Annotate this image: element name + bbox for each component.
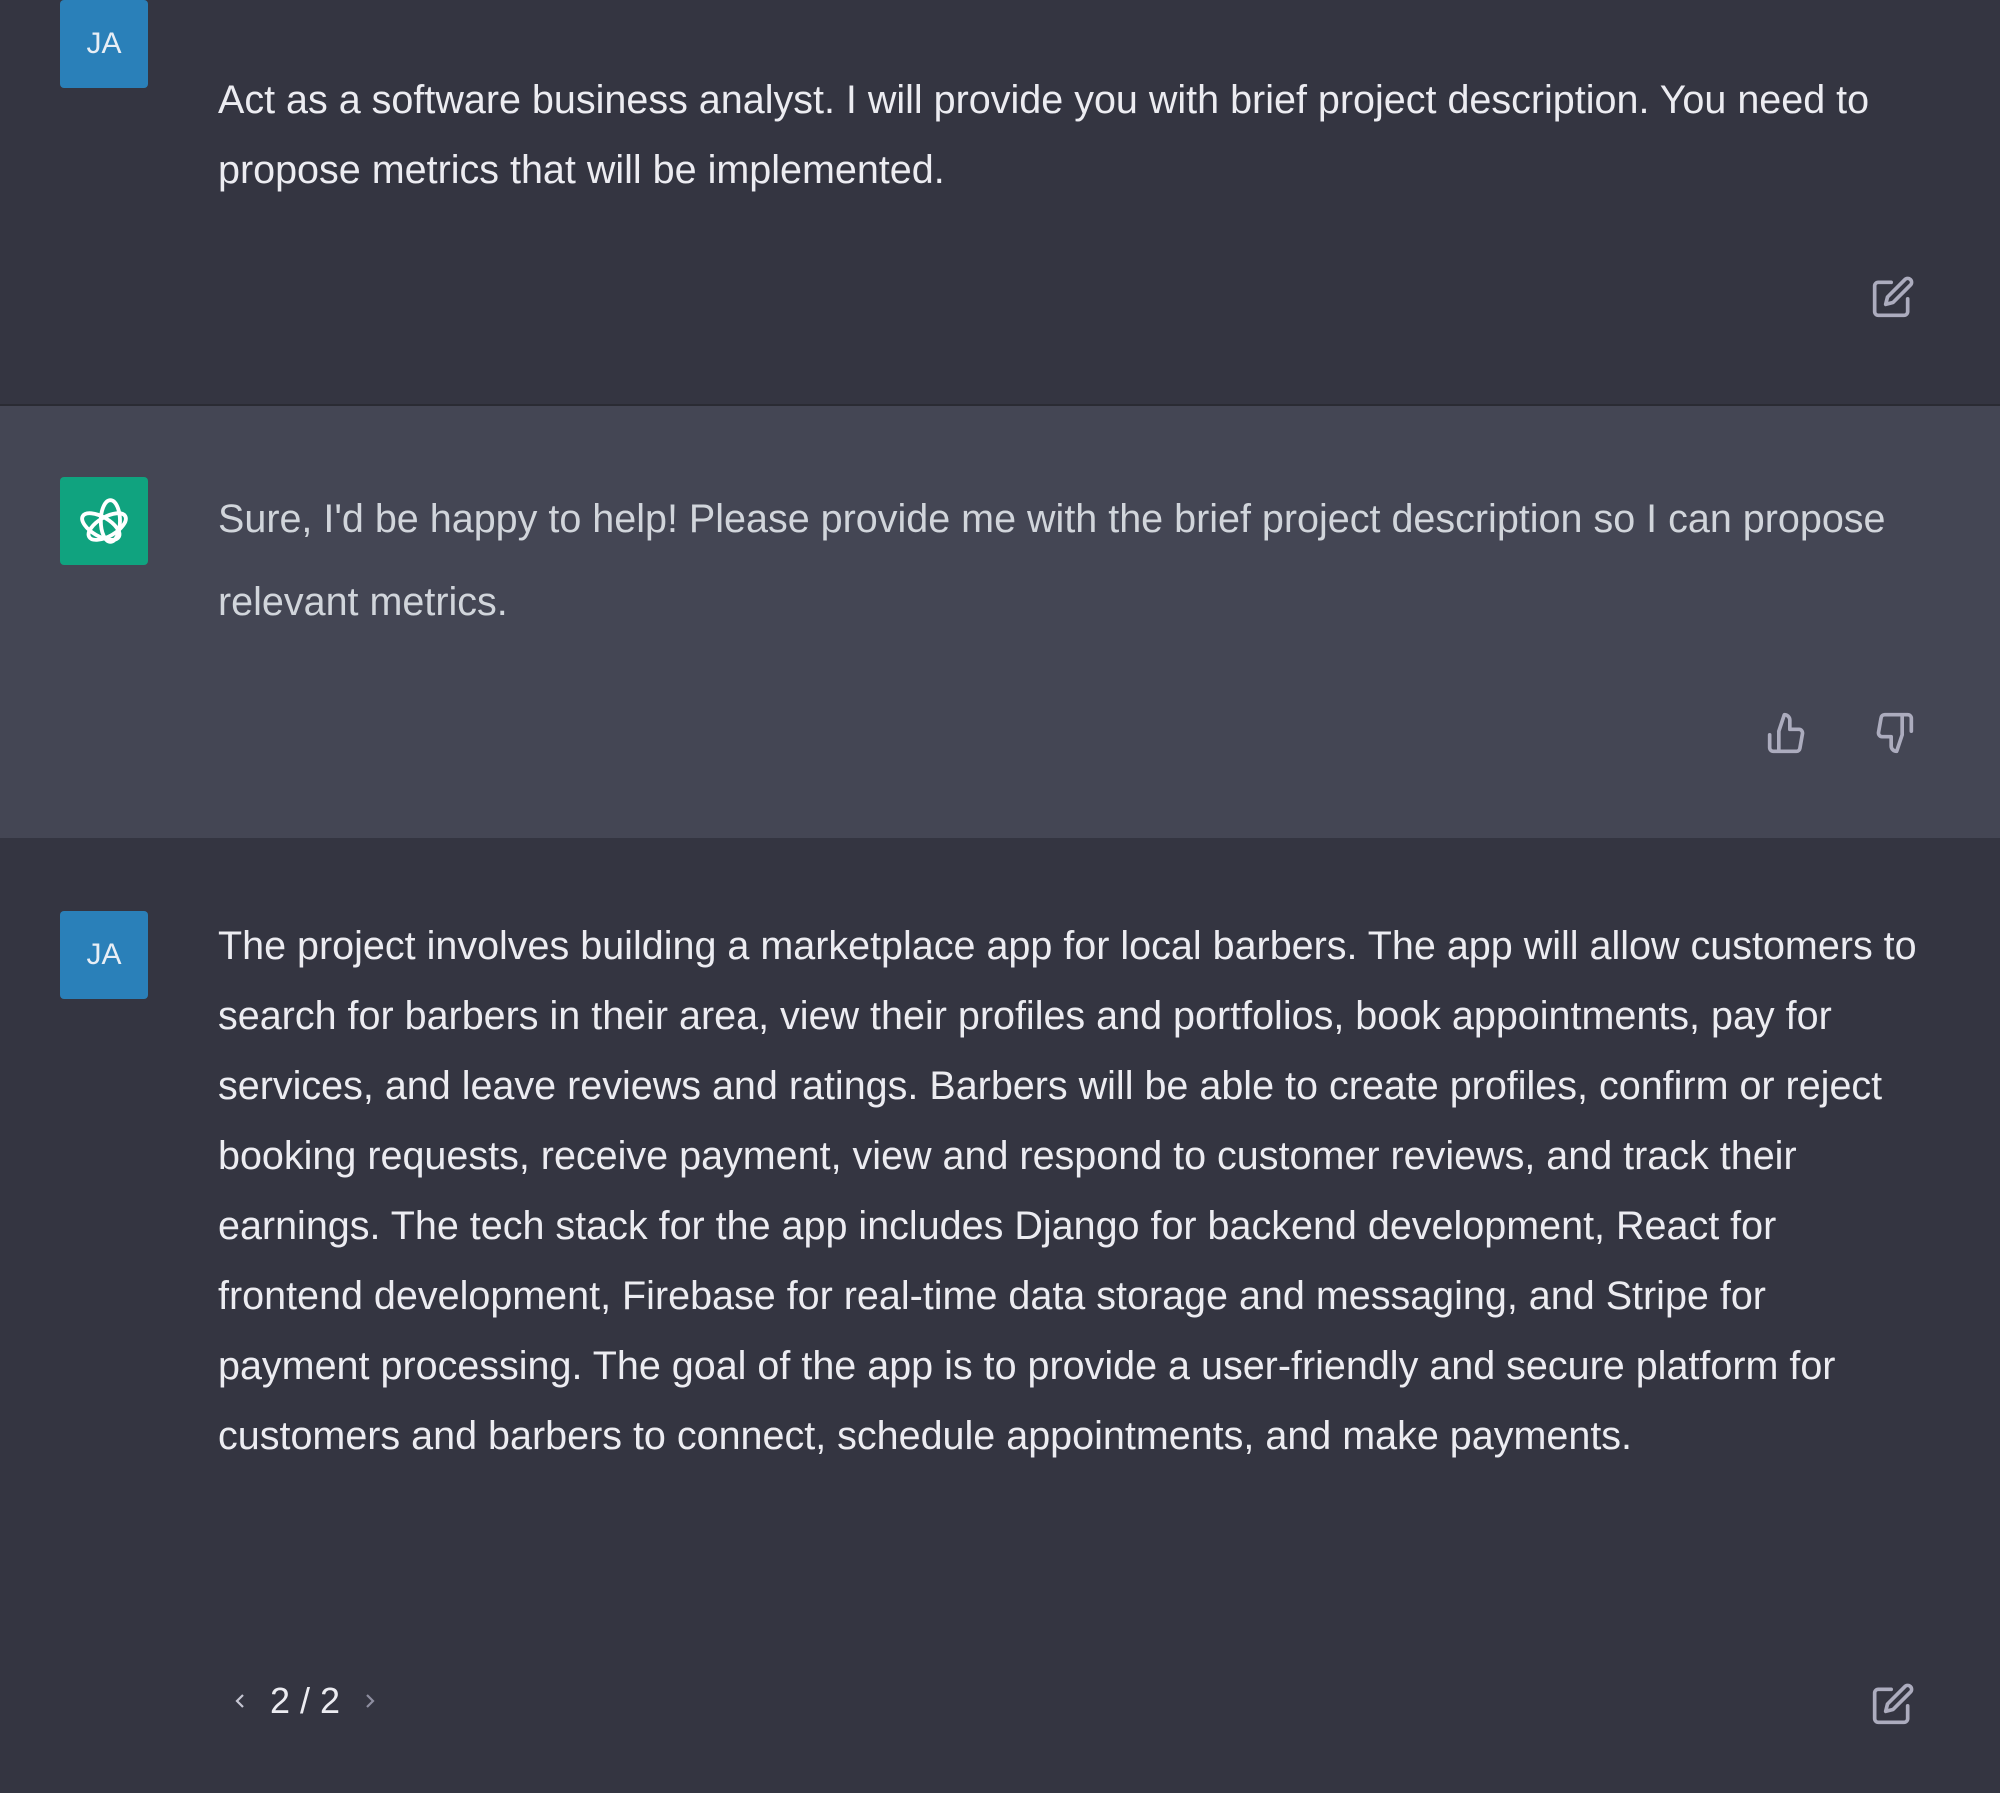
thumbs-up-icon[interactable]	[1764, 709, 1812, 757]
thumbs-down-icon[interactable]	[1869, 709, 1917, 757]
user-avatar: JA	[60, 911, 148, 999]
edit-icon[interactable]	[1869, 273, 1917, 321]
avatar-initials: JA	[86, 938, 122, 971]
user-message-1: JA Act as a software business analyst. I…	[0, 0, 2000, 406]
edit-icon[interactable]	[1869, 1680, 1917, 1728]
page-count: 2 / 2	[270, 1680, 341, 1721]
user-avatar: JA	[60, 0, 148, 88]
message-text: The project involves building a marketpl…	[218, 924, 1917, 1458]
openai-logo-icon	[60, 477, 148, 565]
response-pagination: 2 / 2	[222, 1680, 388, 1722]
avatar-initials: JA	[86, 27, 122, 60]
assistant-message: Sure, I'd be happy to help! Please provi…	[0, 406, 2000, 838]
previous-chevron-icon[interactable]	[222, 1681, 258, 1721]
user-message-2: JA The project involves building a marke…	[0, 838, 2000, 1793]
next-chevron-icon[interactable]	[352, 1681, 388, 1721]
message-text: Sure, I'd be happy to help! Please provi…	[218, 497, 1886, 624]
message-text: Act as a software business analyst. I wi…	[218, 78, 1870, 192]
